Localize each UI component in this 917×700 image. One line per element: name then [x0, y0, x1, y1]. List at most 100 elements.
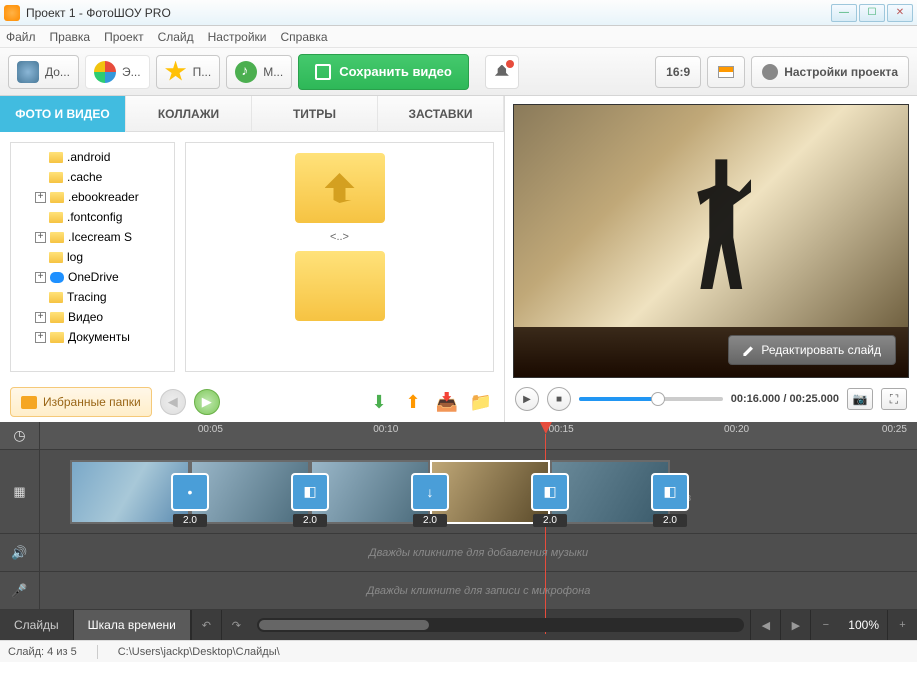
- mic-track[interactable]: 🎤 Дважды кликните для записи с микрофона: [0, 572, 917, 610]
- ruler-tick: 00:10: [373, 424, 398, 435]
- preview-viewport[interactable]: Редактировать слайд: [513, 104, 909, 378]
- save-label: Сохранить видео: [339, 64, 452, 79]
- tab-photo-video[interactable]: ФОТО И ВИДЕО: [0, 96, 126, 132]
- music-button[interactable]: М...: [226, 55, 292, 89]
- folder-up-thumb[interactable]: [295, 153, 385, 223]
- tree-item[interactable]: .ebookreader: [68, 190, 139, 204]
- extras-button[interactable]: П...: [156, 55, 221, 89]
- edit-slide-button[interactable]: Редактировать слайд: [728, 335, 896, 365]
- save-video-button[interactable]: Сохранить видео: [298, 54, 469, 90]
- music-placeholder: Дважды кликните для добавления музыки: [40, 547, 917, 559]
- tab-collages[interactable]: КОЛЛАЖИ: [126, 96, 252, 132]
- stop-button[interactable]: ■: [547, 387, 571, 411]
- tree-item[interactable]: log: [67, 250, 83, 264]
- time-ruler[interactable]: ◷ 00:05 00:10 00:15 00:20 00:25: [0, 422, 917, 450]
- zoom-level: 100%: [840, 610, 887, 640]
- picture-icon: [718, 66, 734, 78]
- music-icon: [235, 61, 257, 83]
- timeline-bottom-bar: Слайды Шкала времени ↶ ↷ ◀ ▶ − 100% +: [0, 610, 917, 640]
- transition-2[interactable]: ◧2.0: [291, 473, 329, 511]
- gear-icon: [762, 64, 778, 80]
- zoom-out-button[interactable]: −: [810, 610, 840, 640]
- palette-icon: [94, 61, 116, 83]
- menu-project[interactable]: Проект: [104, 30, 144, 44]
- settings-label: Настройки проекта: [784, 65, 898, 79]
- aspect-ratio-button[interactable]: 16:9: [655, 56, 701, 88]
- scroll-right-button[interactable]: ▶: [780, 610, 810, 640]
- pencil-icon: [743, 344, 755, 356]
- tree-item[interactable]: OneDrive: [68, 270, 119, 284]
- left-panel: ФОТО И ВИДЕО КОЛЛАЖИ ТИТРЫ ЗАСТАВКИ .and…: [0, 96, 505, 422]
- aspect-label: 16:9: [666, 65, 690, 79]
- add-button[interactable]: До...: [8, 55, 79, 89]
- upload-button[interactable]: ⬆: [400, 389, 426, 415]
- view-timeline-tab[interactable]: Шкала времени: [74, 610, 191, 640]
- tree-item[interactable]: .android: [67, 150, 110, 164]
- menu-help[interactable]: Справка: [280, 30, 327, 44]
- menu-slide[interactable]: Слайд: [158, 30, 194, 44]
- timeline: ◷ 00:05 00:10 00:15 00:20 00:25 ▦ •2.0 ◧…: [0, 422, 917, 640]
- browser-toolbar: Избранные папки ◀ ▶ ⬇ ⬆ 📥 📁: [0, 382, 504, 422]
- menu-settings[interactable]: Настройки: [208, 30, 267, 44]
- transition-3[interactable]: ↓2.0: [411, 473, 449, 511]
- notifications-button[interactable]: [485, 55, 519, 89]
- seek-slider[interactable]: [579, 397, 723, 401]
- theme-button[interactable]: [707, 56, 745, 88]
- tree-item[interactable]: Документы: [68, 330, 130, 344]
- tab-intros[interactable]: ЗАСТАВКИ: [378, 96, 504, 132]
- thumbnail-pane[interactable]: <..>: [185, 142, 494, 372]
- redo-button[interactable]: ↷: [221, 610, 251, 640]
- nav-back-button[interactable]: ◀: [160, 389, 186, 415]
- undo-button[interactable]: ↶: [191, 610, 221, 640]
- favorites-label: Избранные папки: [43, 395, 141, 409]
- status-bar: Слайд: 4 из 5 C:\Users\jackp\Desktop\Сла…: [0, 640, 917, 662]
- up-arrow-icon: [325, 173, 355, 203]
- zoom-in-button[interactable]: +: [887, 610, 917, 640]
- snapshot-button[interactable]: 📷: [847, 388, 873, 410]
- camera-icon: [17, 61, 39, 83]
- ruler-tick: 00:15: [549, 424, 574, 435]
- clock-icon: ◷: [0, 422, 40, 449]
- nav-forward-button[interactable]: ▶: [194, 389, 220, 415]
- add-label: До...: [45, 65, 70, 79]
- mic-icon: 🎤: [0, 572, 40, 609]
- tree-item[interactable]: Видео: [68, 310, 103, 324]
- maximize-button[interactable]: ☐: [859, 4, 885, 22]
- window-title: Проект 1 - ФотоШОУ PRO: [26, 6, 831, 20]
- folder-thumb[interactable]: [295, 251, 385, 321]
- folder-tree[interactable]: .android .cache +.ebookreader .fontconfi…: [10, 142, 175, 372]
- folder-button[interactable]: 📁: [468, 389, 494, 415]
- menu-edit[interactable]: Правка: [50, 30, 91, 44]
- speaker-icon: 🔊: [0, 534, 40, 571]
- preview-panel: Редактировать слайд ▶ ■ 00:16.000 / 00:2…: [505, 96, 917, 422]
- scroll-left-button[interactable]: ◀: [750, 610, 780, 640]
- transition-4[interactable]: ◧2.0: [531, 473, 569, 511]
- transition-1[interactable]: •2.0: [171, 473, 209, 511]
- menu-bar: Файл Правка Проект Слайд Настройки Справ…: [0, 26, 917, 48]
- ruler-tick: 00:20: [724, 424, 749, 435]
- tree-item[interactable]: Tracing: [67, 290, 107, 304]
- play-button[interactable]: ▶: [515, 387, 539, 411]
- music-track[interactable]: 🔊 Дважды кликните для добавления музыки: [0, 534, 917, 572]
- download-button[interactable]: ⬇: [366, 389, 392, 415]
- effects-button[interactable]: Э...: [85, 55, 150, 89]
- time-display: 00:16.000 / 00:25.000: [731, 393, 839, 405]
- tree-item[interactable]: .Icecream S: [68, 230, 132, 244]
- tree-item[interactable]: .cache: [67, 170, 102, 184]
- close-button[interactable]: ✕: [887, 4, 913, 22]
- fullscreen-button[interactable]: ⛶: [881, 388, 907, 410]
- favorites-button[interactable]: Избранные папки: [10, 387, 152, 417]
- transition-5[interactable]: ◧2.0: [651, 473, 689, 511]
- timeline-scrollbar[interactable]: [257, 618, 744, 632]
- view-slides-tab[interactable]: Слайды: [0, 610, 74, 640]
- import-button[interactable]: 📥: [434, 389, 460, 415]
- tree-item[interactable]: .fontconfig: [67, 210, 122, 224]
- minimize-button[interactable]: —: [831, 4, 857, 22]
- star-icon: [165, 61, 187, 83]
- project-settings-button[interactable]: Настройки проекта: [751, 56, 909, 88]
- video-track-body[interactable]: •2.0 ◧2.0 ↓2.0 ◧2.0 ◧2.0 ф из: [40, 450, 917, 533]
- title-bar: Проект 1 - ФотоШОУ PRO — ☐ ✕: [0, 0, 917, 26]
- tab-titles[interactable]: ТИТРЫ: [252, 96, 378, 132]
- ruler-tick: 00:05: [198, 424, 223, 435]
- menu-file[interactable]: Файл: [6, 30, 36, 44]
